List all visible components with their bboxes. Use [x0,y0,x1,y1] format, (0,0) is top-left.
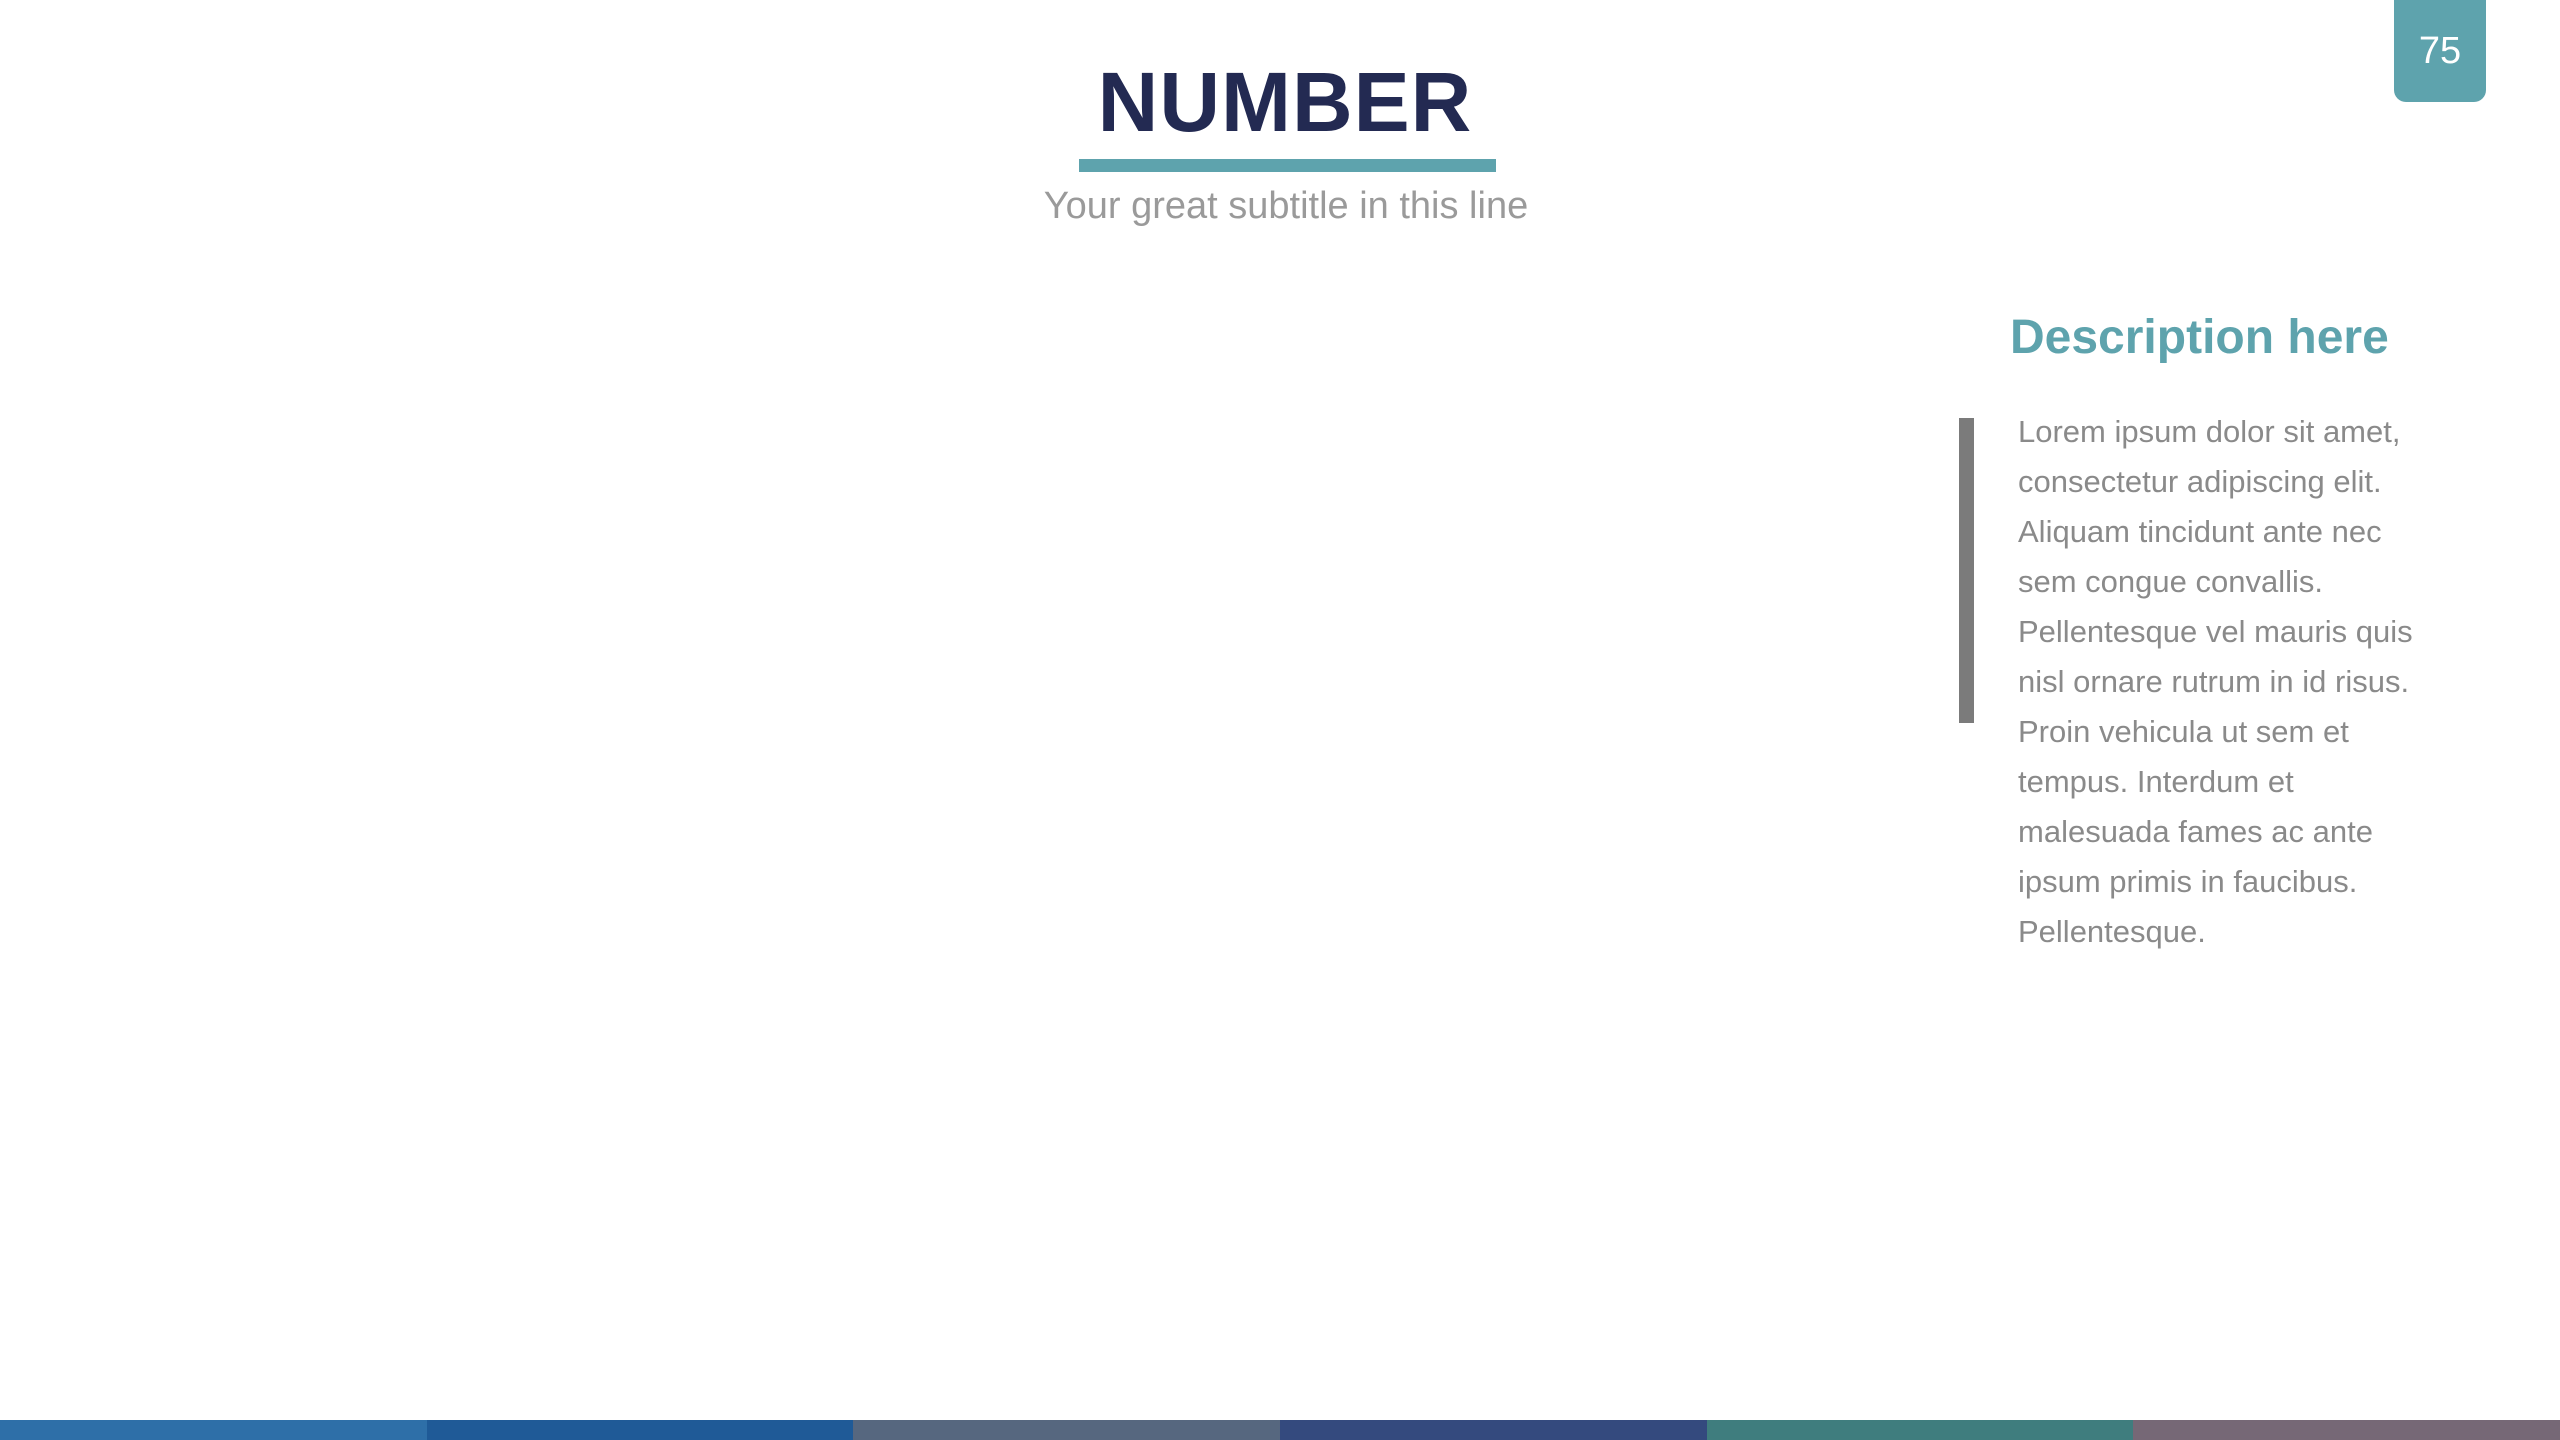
description-body: Lorem ipsum dolor sit amet, consectetur … [2018,407,2458,957]
title-underline [1079,159,1496,172]
slide: 75 NUMBER Your great subtitle in this li… [0,0,2560,1440]
footer-segment-6 [2133,1420,2560,1440]
description-heading: Description here [2010,311,2389,364]
description-line: nisl ornare rutrum in id risus. [2018,664,2410,699]
description-line: Aliquam tincidunt ante nec [2018,514,2382,549]
description-line: Lorem ipsum dolor sit amet, [2018,414,2401,449]
slide-subtitle: Your great subtitle in this line [1043,185,1529,227]
footer-segment-3 [853,1420,1281,1440]
footer-segment-4 [1280,1420,1707,1440]
description-line: tempus. Interdum et [2018,764,2294,799]
description-accent-bar [1959,418,1974,723]
description-line: ipsum primis in faucibus. [2018,864,2358,899]
footer-segment-5 [1706,1420,2134,1440]
description-line: sem congue convallis. [2018,564,2323,599]
description-line: Proin vehicula ut sem et [2018,714,2349,749]
description-line: consectetur adipiscing elit. [2018,464,2382,499]
footer-segment-1 [0,1420,427,1440]
description-line: Pellentesque. [2018,914,2206,949]
footer-color-bar [0,1420,2560,1440]
footer-segment-2 [426,1420,854,1440]
slide-title: NUMBER [1097,55,1473,149]
description-line: malesuada fames ac ante [2018,814,2373,849]
description-line: Pellentesque vel mauris quis [2018,614,2413,649]
